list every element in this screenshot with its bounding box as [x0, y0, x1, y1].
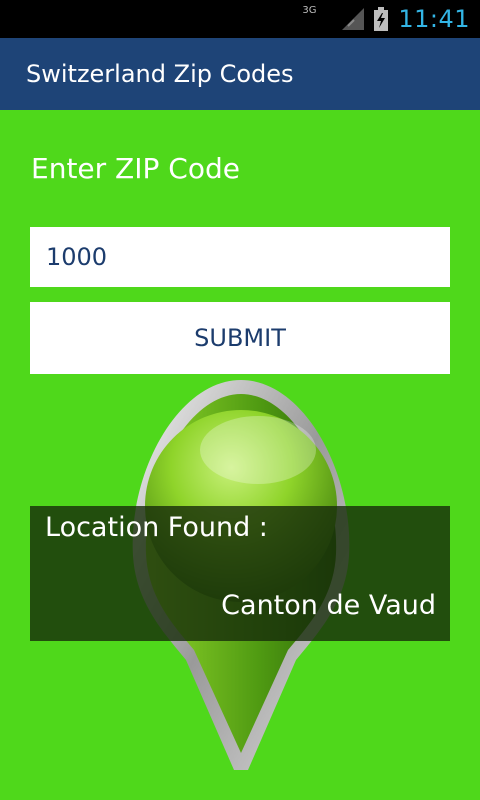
clock: 11:41 — [398, 5, 470, 33]
result-panel: Location Found : Canton de Vaud — [30, 506, 450, 641]
result-title: Location Found : — [45, 512, 268, 543]
battery-charging-icon — [374, 7, 389, 31]
action-bar: Switzerland Zip Codes — [0, 38, 480, 110]
signal-icon — [342, 8, 365, 30]
zip-code-input[interactable] — [30, 227, 450, 287]
zip-code-label: Enter ZIP Code — [31, 152, 240, 185]
app-title: Switzerland Zip Codes — [26, 60, 294, 88]
network-type: 3G — [302, 5, 317, 16]
submit-button[interactable]: SUBMIT — [30, 302, 450, 374]
status-bar: 3G 11:41 — [0, 0, 480, 38]
status-icons: 3G 11:41 — [302, 0, 470, 38]
result-value: Canton de Vaud — [221, 590, 436, 621]
